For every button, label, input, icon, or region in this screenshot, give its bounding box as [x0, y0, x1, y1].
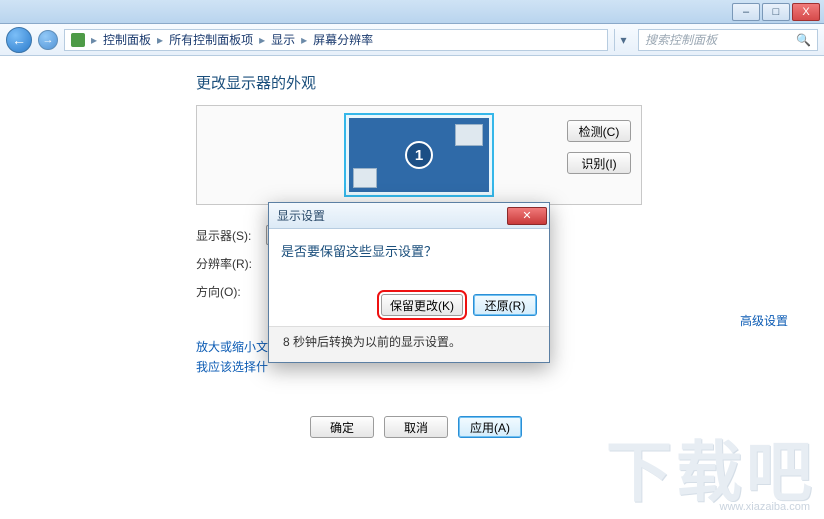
dialog-titlebar: 显示设置 ✕	[269, 203, 549, 229]
keep-changes-button[interactable]: 保留更改(K)	[381, 294, 463, 316]
dialog-body: 是否要保留这些显示设置？	[269, 229, 549, 294]
modal-overlay: 显示设置 ✕ 是否要保留这些显示设置？ 保留更改(K) 还原(R) 8 秒钟后转…	[0, 0, 824, 519]
dialog-countdown: 8 秒钟后转换为以前的显示设置。	[269, 326, 549, 362]
dialog-question: 是否要保留这些显示设置？	[281, 241, 537, 260]
revert-button[interactable]: 还原(R)	[473, 294, 537, 316]
dialog-title: 显示设置	[277, 207, 325, 224]
dialog-close-button[interactable]: ✕	[507, 207, 547, 225]
display-settings-dialog: 显示设置 ✕ 是否要保留这些显示设置？ 保留更改(K) 还原(R) 8 秒钟后转…	[268, 202, 550, 363]
dialog-buttons: 保留更改(K) 还原(R)	[269, 294, 549, 326]
